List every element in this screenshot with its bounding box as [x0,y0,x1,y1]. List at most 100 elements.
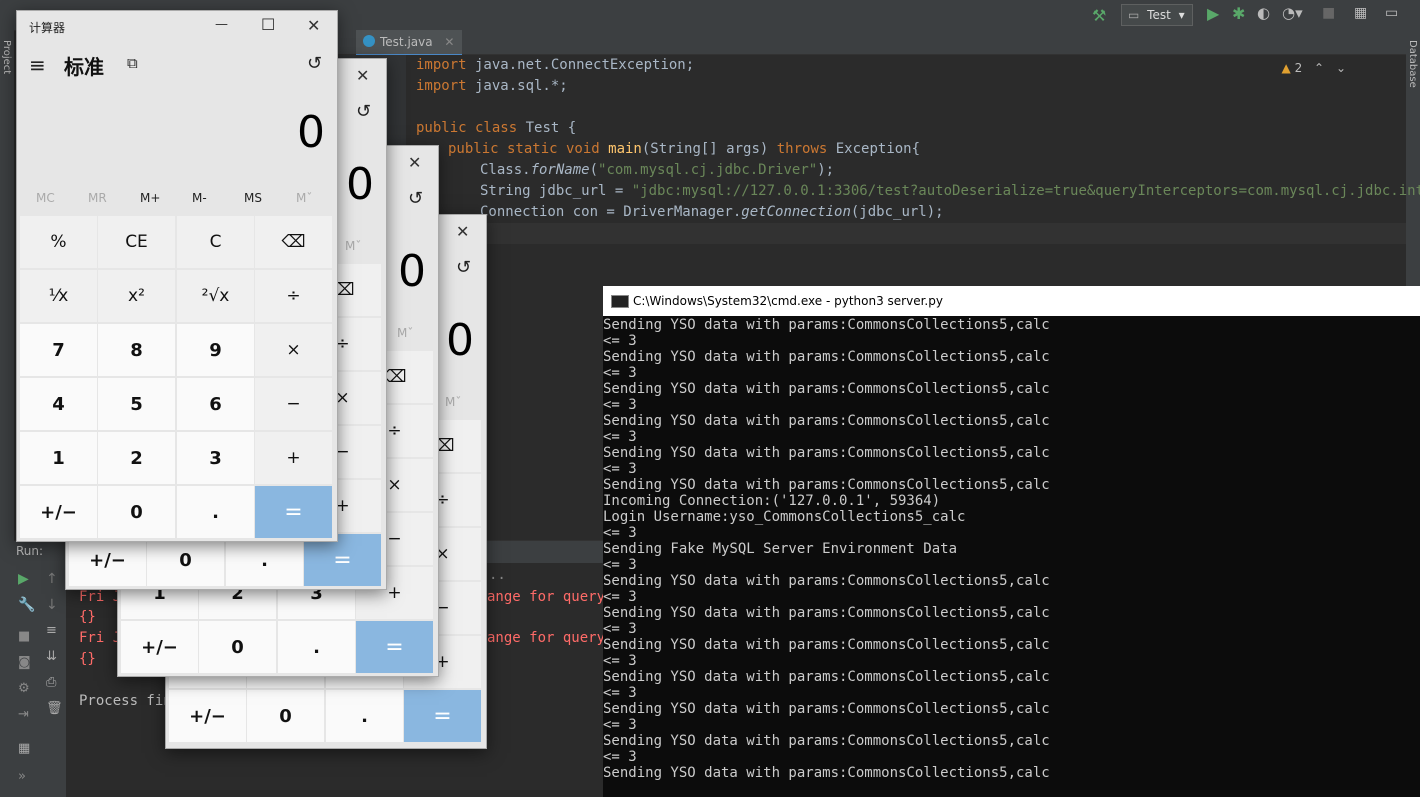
exit-icon[interactable]: ⇥ [18,707,29,722]
debug-icon[interactable]: ✱ [1232,4,1245,23]
camera-icon[interactable]: ◙ [18,655,31,670]
calc-key[interactable]: . [278,621,355,673]
cmd-line: <= 3 [603,557,637,573]
calc-key[interactable]: ÷ [255,270,332,322]
calc-key[interactable]: 0 [199,621,276,673]
calc-key[interactable]: = [255,486,332,538]
memory-button-5[interactable]: MS [244,191,262,205]
code-token: String jdbc_url = [480,183,632,199]
run-icon[interactable]: ▶ [1207,4,1219,23]
calc-key[interactable]: 0 [247,690,324,742]
trash-icon[interactable]: 🗑 [46,701,63,716]
history-icon[interactable]: ↺ [408,188,423,209]
code-token: main [599,141,642,157]
calc-key[interactable]: × [255,324,332,376]
soft-wrap-icon[interactable]: ≡ [46,623,57,638]
project-tool-label[interactable]: Project [1,40,12,74]
run-panel-label: Run: [16,544,44,558]
calculator-display: 0 [446,315,474,366]
calculator-display: 0 [346,159,374,210]
calc-key[interactable]: CE [98,216,175,268]
close-button[interactable]: ✕ [408,153,421,172]
cmd-icon [611,295,629,308]
calc-key[interactable]: 6 [177,378,254,430]
calc-key[interactable]: 3 [177,432,254,484]
calc-key[interactable]: % [20,216,97,268]
keep-on-top-icon[interactable]: ⧉ [127,54,138,72]
close-button[interactable]: ✕ [307,16,320,35]
stop-icon[interactable]: ■ [18,629,30,644]
tab-test-java[interactable]: Test.java ✕ [356,30,463,57]
code-token: import [416,78,467,94]
layout-icon[interactable]: ▦ [18,741,30,756]
history-icon[interactable]: ↺ [307,53,322,74]
console-line: Fri J [79,589,122,605]
calc-key[interactable]: . [177,486,254,538]
cmd-titlebar[interactable]: C:\Windows\System32\cmd.exe - python3 se… [603,286,1420,316]
close-button[interactable]: ✕ [456,222,469,241]
scroll-end-icon[interactable]: ⇊ [46,649,57,664]
calc-key[interactable]: = [356,621,433,673]
calc-key[interactable]: +/− [20,486,97,538]
rerun-icon[interactable]: ▶ [18,571,29,587]
project-structure-icon[interactable]: ▦ [1354,5,1367,21]
calculator-window[interactable]: 计算器 — ☐ ✕ ≡ 标准 ⧉ ↺ 0 MC MR M+ M- MS Mˇ% CE C ⌫ ¹⁄x x² ²√x ÷ 7 8… [16,10,338,542]
database-tool-label[interactable]: Database [1407,40,1418,88]
cmd-line: <= 3 [603,589,637,605]
terminal-icon[interactable]: ▭ [1385,5,1398,21]
minimize-button[interactable]: — [215,17,228,32]
build-icon[interactable]: ⚒ [1092,6,1106,25]
settings-icon[interactable]: ⚙ [18,681,30,696]
calc-key[interactable]: ⌫ [255,216,332,268]
history-icon[interactable]: ↺ [356,101,371,122]
code-line-5: Class.forName("com.mysql.cj.jdbc.Driver"… [480,162,835,178]
calc-key[interactable]: C [177,216,254,268]
wrench-icon[interactable]: 🔧 [18,597,35,613]
memory-button-3[interactable]: M+ [140,191,160,205]
console-line: Process fin [79,693,172,709]
cmd-line: <= 3 [603,365,637,381]
chevron-up-icon[interactable]: ⌃ [1314,61,1324,75]
profile-icon[interactable]: ◔▾ [1282,4,1303,22]
down-arrow-icon[interactable]: ↓ [46,597,58,613]
console-line: ange for query [487,630,606,646]
calc-key[interactable]: 5 [98,378,175,430]
stop-icon[interactable]: ■ [1322,5,1335,21]
code-token: java.sql.*; [466,78,568,94]
calc-key[interactable]: − [255,378,332,430]
calc-key[interactable]: 2 [98,432,175,484]
up-arrow-icon[interactable]: ↑ [46,571,58,587]
calc-key[interactable]: + [255,432,332,484]
memory-button-4[interactable]: M- [192,191,207,205]
print-icon[interactable]: ⎙ [46,675,56,690]
calc-key[interactable]: 8 [98,324,175,376]
calc-key[interactable]: x² [98,270,175,322]
code-line-4: public static void main(String[] args) t… [448,139,920,160]
run-config-select[interactable]: ▭ Test ▾ [1121,4,1193,26]
coverage-icon[interactable]: ◐ [1257,4,1270,22]
calc-key[interactable]: . [326,690,403,742]
calc-key[interactable]: ²√x [177,270,254,322]
hamburger-icon[interactable]: ≡ [29,53,46,77]
maximize-button[interactable]: ☐ [261,15,275,34]
warning-count: 2 [1294,61,1303,75]
chevron-down-icon[interactable]: ⌄ [1336,61,1346,75]
calc-key[interactable]: 4 [20,378,97,430]
inspection-widget[interactable]: ▲ 2 ⌃ ⌄ [1282,61,1346,75]
calc-key[interactable]: = [404,690,481,742]
history-icon[interactable]: ↺ [456,257,471,278]
calc-key[interactable]: 0 [98,486,175,538]
cmd-window[interactable]: C:\Windows\System32\cmd.exe - python3 se… [603,286,1420,797]
close-icon[interactable]: ✕ [444,35,454,49]
calc-key[interactable]: +/− [169,690,246,742]
calc-key[interactable]: 1 [20,432,97,484]
code-token: java.net.ConnectException; [466,57,695,73]
expand-icon[interactable]: » [18,769,26,784]
close-button[interactable]: ✕ [356,66,369,85]
calc-key[interactable]: 7 [20,324,97,376]
calc-key[interactable]: 9 [177,324,254,376]
calc-key[interactable]: ¹⁄x [20,270,97,322]
memory-button-6: Mˇ [345,239,362,253]
calc-key[interactable]: +/− [121,621,198,673]
cmd-line: <= 3 [603,749,637,765]
